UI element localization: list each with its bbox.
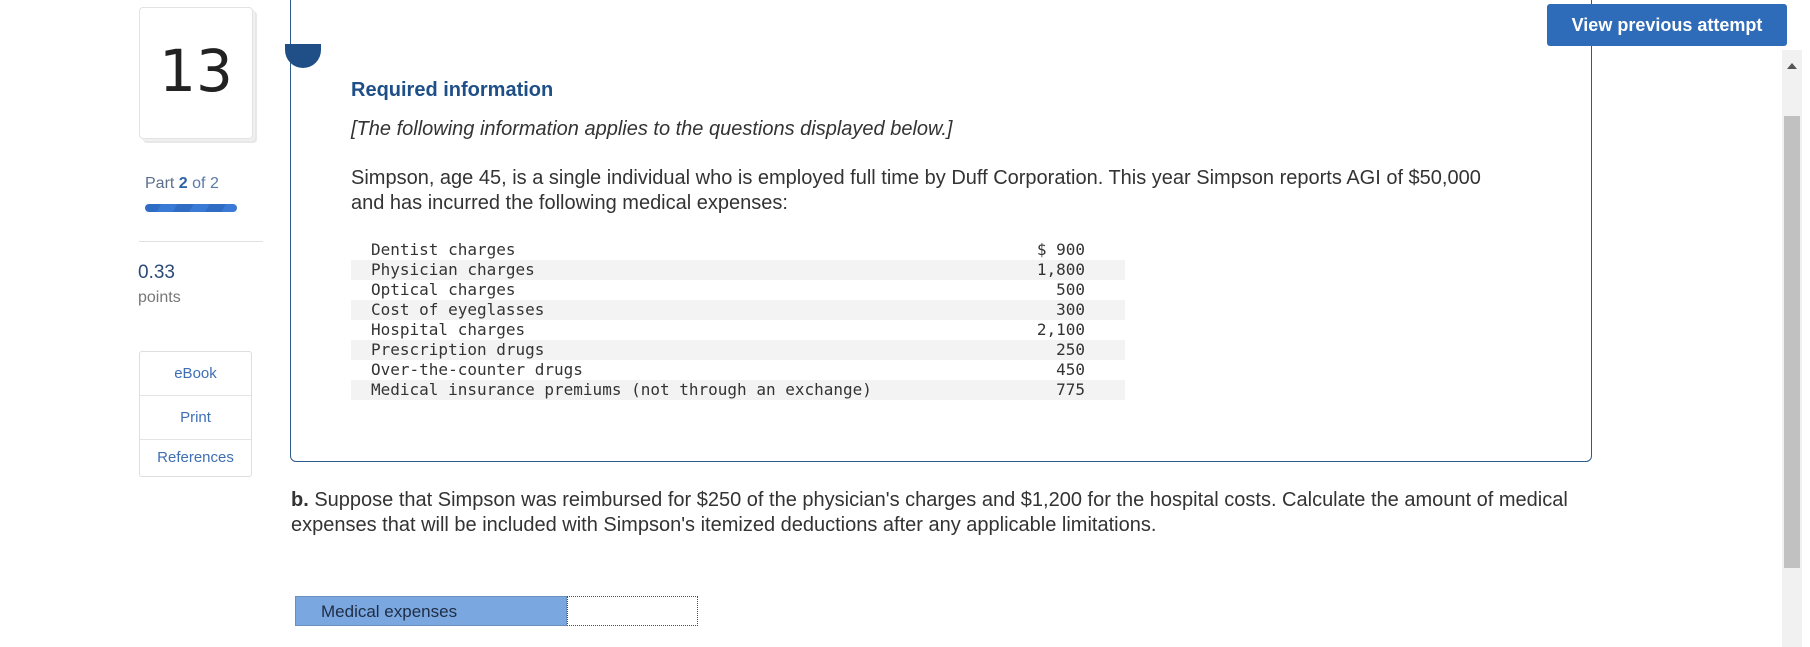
- tools-panel: eBook Print References: [139, 351, 252, 477]
- references-link[interactable]: References: [140, 440, 251, 476]
- required-information-note: [The following information applies to th…: [351, 118, 953, 140]
- points-label: points: [138, 289, 181, 306]
- expense-row: Optical charges 500: [351, 280, 1125, 300]
- expense-amount: 1,800: [885, 260, 1125, 280]
- expense-amount: 250: [885, 340, 1125, 360]
- expense-label: Optical charges: [371, 280, 516, 299]
- print-link[interactable]: Print: [140, 396, 251, 440]
- view-previous-attempt-button[interactable]: View previous attempt: [1547, 4, 1787, 46]
- expense-label: Physician charges: [351, 260, 885, 280]
- part-current: 2: [178, 175, 188, 192]
- required-information-body: Simpson, age 45, is a single individual …: [351, 167, 1481, 214]
- expense-amount: $ 900: [1036, 240, 1085, 259]
- part-indicator: Part 2 of 2: [145, 175, 219, 193]
- required-information-title: Required information: [351, 79, 554, 101]
- part-label: Part: [145, 175, 175, 192]
- expense-row: Prescription drugs 250: [351, 340, 1125, 360]
- expense-row: Medical insurance premiums (not through …: [351, 380, 1125, 400]
- expense-amount: 500: [1056, 280, 1085, 299]
- expense-row: Hospital charges 2,100: [351, 320, 1125, 340]
- part-b-question: b. Suppose that Simpson was reimbursed f…: [291, 488, 1591, 538]
- expense-label: Hospital charges: [371, 320, 526, 339]
- expense-amount: 450: [1056, 360, 1085, 379]
- expense-amount: 300: [885, 300, 1125, 320]
- answer-row: Medical expenses: [295, 596, 698, 628]
- part-total: of 2: [192, 175, 219, 192]
- ebook-link[interactable]: eBook: [140, 352, 251, 396]
- expense-amount: 775: [885, 380, 1125, 400]
- expense-label: Prescription drugs: [351, 340, 885, 360]
- expense-amount: 2,100: [1036, 320, 1085, 339]
- expense-row: Cost of eyeglasses 300: [351, 300, 1125, 320]
- medical-expenses-table: Dentist charges $ 900 Physician charges 1,8…: [351, 240, 1125, 400]
- expense-label: Medical insurance premiums (not through …: [351, 380, 885, 400]
- expense-row: Dentist charges $ 900: [351, 240, 1125, 260]
- page: 13 Part 2 of 2 0.33 points eBook Print R…: [0, 0, 1810, 647]
- scroll-up-arrow-icon[interactable]: [1787, 63, 1797, 69]
- part-progress-bar: [145, 204, 237, 212]
- expense-label: Dentist charges: [371, 240, 516, 259]
- sidebar-divider: [139, 241, 263, 242]
- scrollbar-thumb[interactable]: [1784, 116, 1800, 568]
- part-b-text: Suppose that Simpson was reimbursed for …: [291, 489, 1568, 536]
- expense-row: Over-the-counter drugs 450: [351, 360, 1125, 380]
- expense-label: Cost of eyeglasses: [351, 300, 885, 320]
- question-number: 13: [159, 37, 233, 105]
- points-value: 0.33: [138, 262, 175, 283]
- question-number-card: 13: [139, 7, 253, 139]
- expense-label: Over-the-counter drugs: [371, 360, 583, 379]
- medical-expenses-label: Medical expenses: [295, 596, 567, 626]
- medical-expenses-input[interactable]: [567, 596, 698, 626]
- expense-row: Physician charges 1,800: [351, 260, 1125, 280]
- part-b-prefix: b.: [291, 489, 309, 511]
